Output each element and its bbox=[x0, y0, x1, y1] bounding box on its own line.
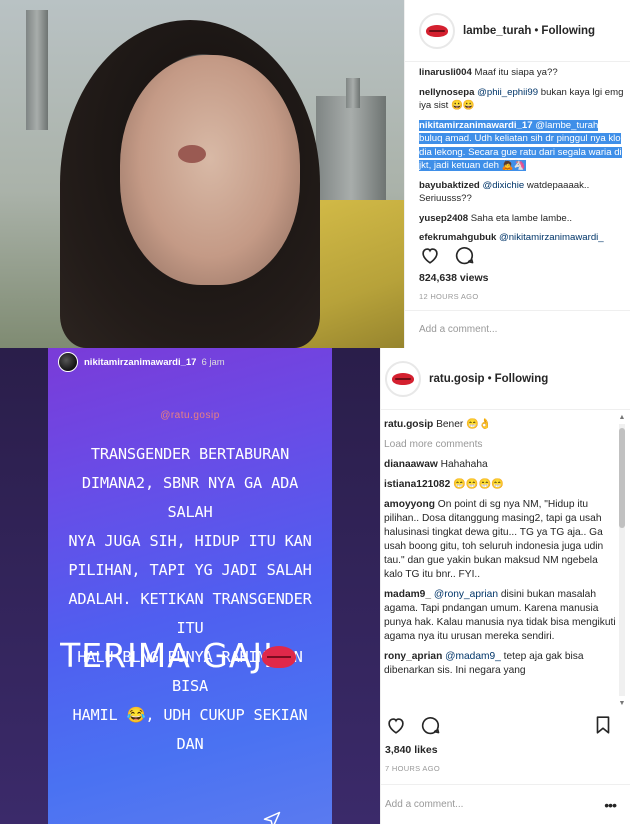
avatar[interactable] bbox=[419, 12, 455, 49]
comment-text: Bener 😁👌 bbox=[436, 419, 492, 430]
comment-icon[interactable] bbox=[453, 244, 475, 266]
view-count[interactable]: 824,638 views bbox=[419, 272, 488, 284]
comment-username[interactable]: yusep2408 bbox=[419, 213, 468, 224]
comment-icon[interactable] bbox=[419, 714, 441, 736]
list-item: amoyyong On point di sg nya NM, "Hidup i… bbox=[384, 498, 616, 582]
comment-mention[interactable]: @madam9_ bbox=[445, 651, 501, 662]
list-item: linarusli004 Maaf itu siapa ya?? bbox=[419, 66, 624, 80]
list-item: yusep2408 Saha eta lambe lambe.. bbox=[419, 212, 624, 226]
story-time: 6 jam bbox=[201, 356, 225, 368]
comment-text: Maaf itu siapa ya?? bbox=[474, 67, 558, 78]
top-post-panel: lambe_turah • Following linarusli004 Maa… bbox=[0, 0, 630, 348]
comments-scrollbar[interactable]: ▲ ▼ bbox=[617, 414, 627, 708]
caption: ratu.gosip Bener 😁👌 bbox=[384, 418, 616, 432]
comment-text: Hahahaha bbox=[440, 459, 488, 470]
story-line: TRANSGENDER BERTABURAN bbox=[90, 445, 290, 463]
comment-text: Saha eta lambe lambe.. bbox=[470, 212, 573, 224]
add-comment-placeholder: Add a comment... bbox=[385, 799, 464, 810]
comment-text: On point di sg nya NM, "Hidup itu piliha… bbox=[384, 499, 604, 580]
story-right-edge bbox=[332, 348, 380, 824]
list-item: istiana121082 😁😁😁😁 bbox=[384, 478, 616, 492]
add-comment-input[interactable]: Add a comment... bbox=[405, 310, 630, 347]
separator-dot: • bbox=[534, 24, 539, 37]
comment-text: buluq amad. Udh keliatan sih dr pinggul … bbox=[419, 133, 622, 171]
comment-text: 😁😁😁😁 bbox=[453, 479, 504, 490]
story-line: HAMIL 😂, UDH CUKUP SEKIAN DAN bbox=[72, 706, 308, 753]
post-username[interactable]: ratu.gosip bbox=[429, 373, 485, 385]
comment-mention[interactable]: @phii_ephii99 bbox=[477, 87, 538, 98]
comment-username[interactable]: rony_aprian bbox=[384, 651, 442, 662]
lips-logo-icon bbox=[426, 24, 448, 37]
comment-mention[interactable]: @lambe_turah bbox=[535, 120, 598, 131]
bottom-post-panel: nikitamirzanimawardi_17 6 jam @ratu.gosi… bbox=[0, 348, 630, 824]
comment-username[interactable]: istiana121082 bbox=[384, 479, 450, 490]
list-item: efekrumahgubuk @nikitamirzanimawardi_ bbox=[419, 231, 624, 245]
post-actions bbox=[385, 714, 441, 736]
comment-username[interactable]: bayubaktized bbox=[419, 180, 480, 191]
comment-username[interactable]: amoyyong bbox=[384, 499, 435, 510]
post-timestamp: 12 HOURS AGO bbox=[419, 292, 479, 301]
post-timestamp: 7 HOURS AGO bbox=[385, 764, 440, 773]
following-button[interactable]: Following bbox=[541, 25, 595, 37]
list-item: madam9_ @rony_aprian disini bukan masala… bbox=[384, 588, 616, 644]
story-text: TRANSGENDER BERTABURAN DIMANA2, SBNR NYA… bbox=[58, 440, 322, 759]
comment-mention[interactable]: @dixichie bbox=[482, 180, 524, 191]
story-line: DIMANA2, SBNR NYA GA ADA SALAH bbox=[81, 474, 299, 521]
list-item: dianaawaw Hahahaha bbox=[384, 458, 616, 472]
post-actions bbox=[419, 244, 475, 266]
story-header: nikitamirzanimawardi_17 6 jam bbox=[58, 352, 225, 372]
story-line: NYA JUGA SIH, HIDUP ITU KAN bbox=[68, 532, 312, 550]
separator-dot: • bbox=[487, 372, 492, 385]
lips-logo-icon bbox=[392, 372, 414, 385]
comment-list: linarusli004 Maaf itu siapa ya?? nellyno… bbox=[419, 66, 624, 251]
load-more-comments[interactable]: Load more comments bbox=[384, 438, 616, 452]
story-avatar[interactable] bbox=[58, 352, 78, 372]
story-left-edge bbox=[0, 348, 48, 824]
comment-username[interactable]: linarusli004 bbox=[419, 67, 472, 78]
scroll-thumb[interactable] bbox=[619, 428, 625, 528]
story-screenshot[interactable]: nikitamirzanimawardi_17 6 jam @ratu.gosi… bbox=[0, 348, 380, 824]
post-username[interactable]: lambe_turah bbox=[463, 25, 531, 37]
post-sidebar: lambe_turah • Following linarusli004 Maa… bbox=[404, 0, 630, 348]
comment-username[interactable]: ratu.gosip bbox=[384, 419, 433, 430]
comment-username[interactable]: nikitamirzanimawardi_17 bbox=[419, 120, 533, 131]
comment-mention[interactable]: @rony_aprian bbox=[434, 589, 498, 600]
story-username[interactable]: nikitamirzanimawardi_17 bbox=[84, 357, 196, 368]
comment-list: ratu.gosip Bener 😁👌 Load more comments d… bbox=[384, 418, 616, 706]
post-header: ratu.gosip • Following bbox=[381, 348, 630, 410]
following-button[interactable]: Following bbox=[495, 373, 549, 385]
story-line: PILIHAN, TAPI YG JADI SALAH bbox=[68, 561, 312, 579]
person-lips bbox=[178, 145, 206, 163]
list-item-highlighted: nikitamirzanimawardi_17 @lambe_turah bul… bbox=[419, 119, 624, 173]
comment-mention[interactable]: @nikitamirzanimawardi_ bbox=[499, 232, 604, 243]
comment-username[interactable]: dianaawaw bbox=[384, 459, 438, 470]
background-tower bbox=[26, 10, 48, 130]
background-chimney bbox=[346, 78, 360, 108]
list-item: rony_aprian @madam9_ tetep aja gak bisa … bbox=[384, 650, 616, 678]
list-item: nellynosepa @phii_ephii99 bukan kaya lgi… bbox=[419, 86, 624, 113]
post-header: lambe_turah • Following bbox=[405, 0, 630, 62]
post-photo[interactable] bbox=[0, 0, 404, 348]
comment-username[interactable]: efekrumahgubuk bbox=[419, 232, 496, 243]
story-line: ADALAH. KETIKAN TRANSGENDER ITU bbox=[68, 590, 312, 637]
list-item: bayubaktized @dixichie watdepaaaak.. Ser… bbox=[419, 179, 624, 206]
scroll-down-arrow-icon[interactable]: ▼ bbox=[617, 700, 627, 708]
like-count[interactable]: 3,840 likes bbox=[385, 744, 438, 756]
kiss-lips-icon bbox=[262, 646, 296, 668]
comment-username[interactable]: nellynosepa bbox=[419, 87, 474, 98]
add-comment-input[interactable]: Add a comment... ••• bbox=[381, 784, 630, 824]
person-face bbox=[120, 55, 300, 285]
more-options-icon[interactable]: ••• bbox=[604, 797, 617, 813]
scroll-up-arrow-icon[interactable]: ▲ bbox=[617, 414, 627, 422]
avatar[interactable] bbox=[385, 360, 421, 397]
send-icon[interactable] bbox=[262, 810, 282, 824]
heart-icon[interactable] bbox=[419, 244, 441, 266]
story-tag: @ratu.gosip bbox=[160, 410, 220, 421]
post-sidebar: ratu.gosip • Following ratu.gosip Bener … bbox=[380, 348, 630, 824]
comment-username[interactable]: madam9_ bbox=[384, 589, 431, 600]
heart-icon[interactable] bbox=[385, 714, 407, 736]
bookmark-icon[interactable] bbox=[592, 714, 614, 736]
